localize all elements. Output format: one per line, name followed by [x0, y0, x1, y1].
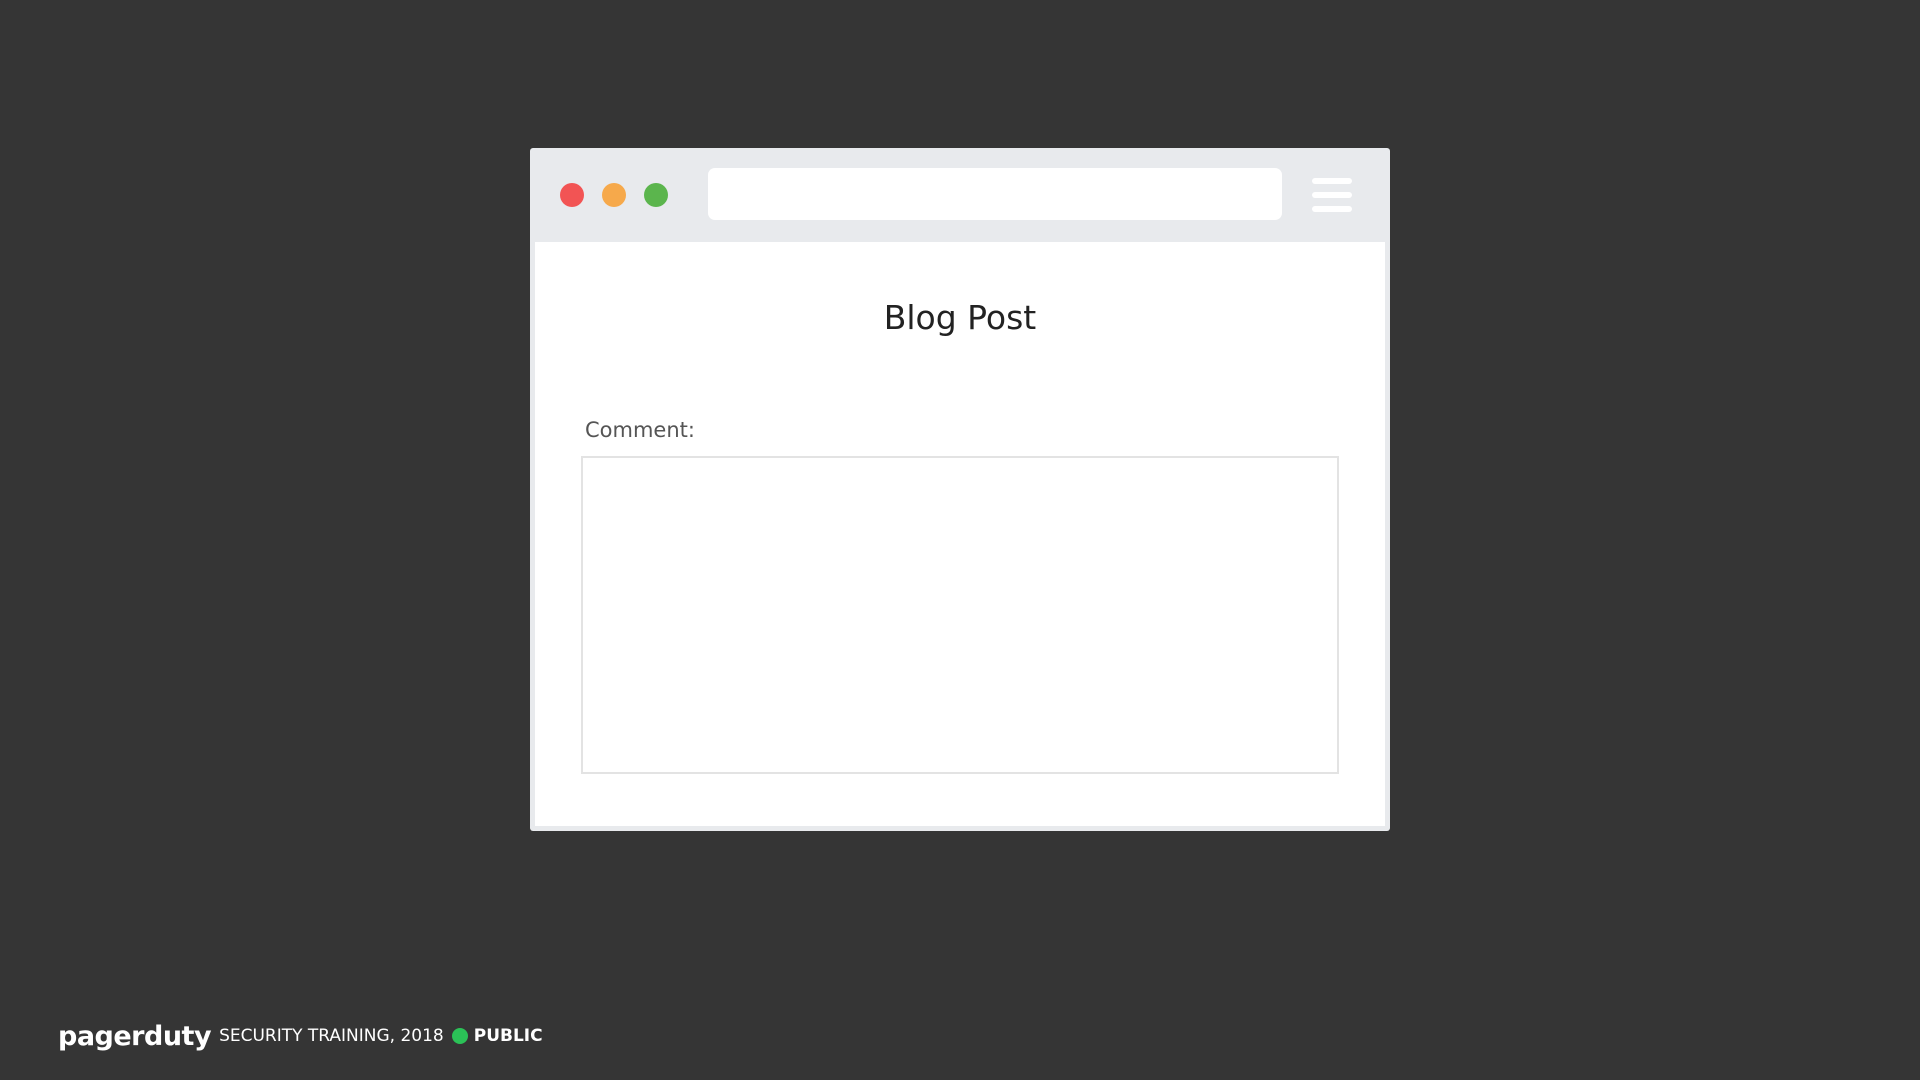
minimize-window-button[interactable]	[602, 183, 626, 207]
comment-textarea[interactable]	[581, 456, 1339, 774]
menu-icon-line	[1312, 178, 1352, 184]
public-status-dot-icon	[451, 1028, 468, 1044]
footer: pagerduty SECURITY TRAINING, 2018 PUBLIC	[58, 1018, 543, 1054]
page-title: Blog Post	[883, 298, 1037, 337]
slide: Blog Post Comment: pagerduty SECURITY TR…	[0, 0, 1920, 1080]
browser-window: Blog Post Comment:	[530, 148, 1390, 831]
status-label: PUBLIC	[473, 1026, 543, 1046]
address-bar[interactable]	[708, 168, 1282, 220]
pagerduty-logo: pagerduty	[58, 1020, 212, 1052]
footer-text: SECURITY TRAINING, 2018	[219, 1026, 444, 1046]
menu-icon-line	[1312, 192, 1352, 198]
comment-label: Comment:	[585, 418, 695, 442]
close-window-button[interactable]	[560, 183, 584, 207]
menu-icon-line	[1312, 206, 1352, 212]
page-content: Blog Post Comment:	[535, 242, 1385, 826]
browser-titlebar	[530, 148, 1390, 242]
hamburger-menu-icon[interactable]	[1312, 178, 1352, 214]
maximize-window-button[interactable]	[644, 183, 668, 207]
